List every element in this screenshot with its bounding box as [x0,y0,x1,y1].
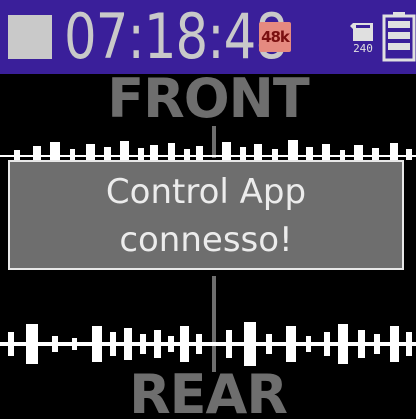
time-counter: 07:18:48 [64,0,288,73]
connection-dialog: Control App connesso! [8,160,404,270]
recorder-screen: 07:18:48 48k 240 FRONT REAR Control App … [0,0,416,419]
status-bar: 07:18:48 48k 240 [0,0,416,74]
battery-icon [382,12,416,62]
dialog-message-line-1: Control App [105,172,307,212]
sample-rate-badge: 48k [259,22,291,52]
sd-card-icon [350,23,373,41]
front-channel-label: FRONT [107,67,309,130]
dialog-message-line-2: connesso! [119,220,293,260]
front-waveform [0,140,416,160]
stop-icon [8,15,52,59]
rear-channel-label: REAR [129,363,288,419]
card-remaining: 240 [353,42,373,55]
